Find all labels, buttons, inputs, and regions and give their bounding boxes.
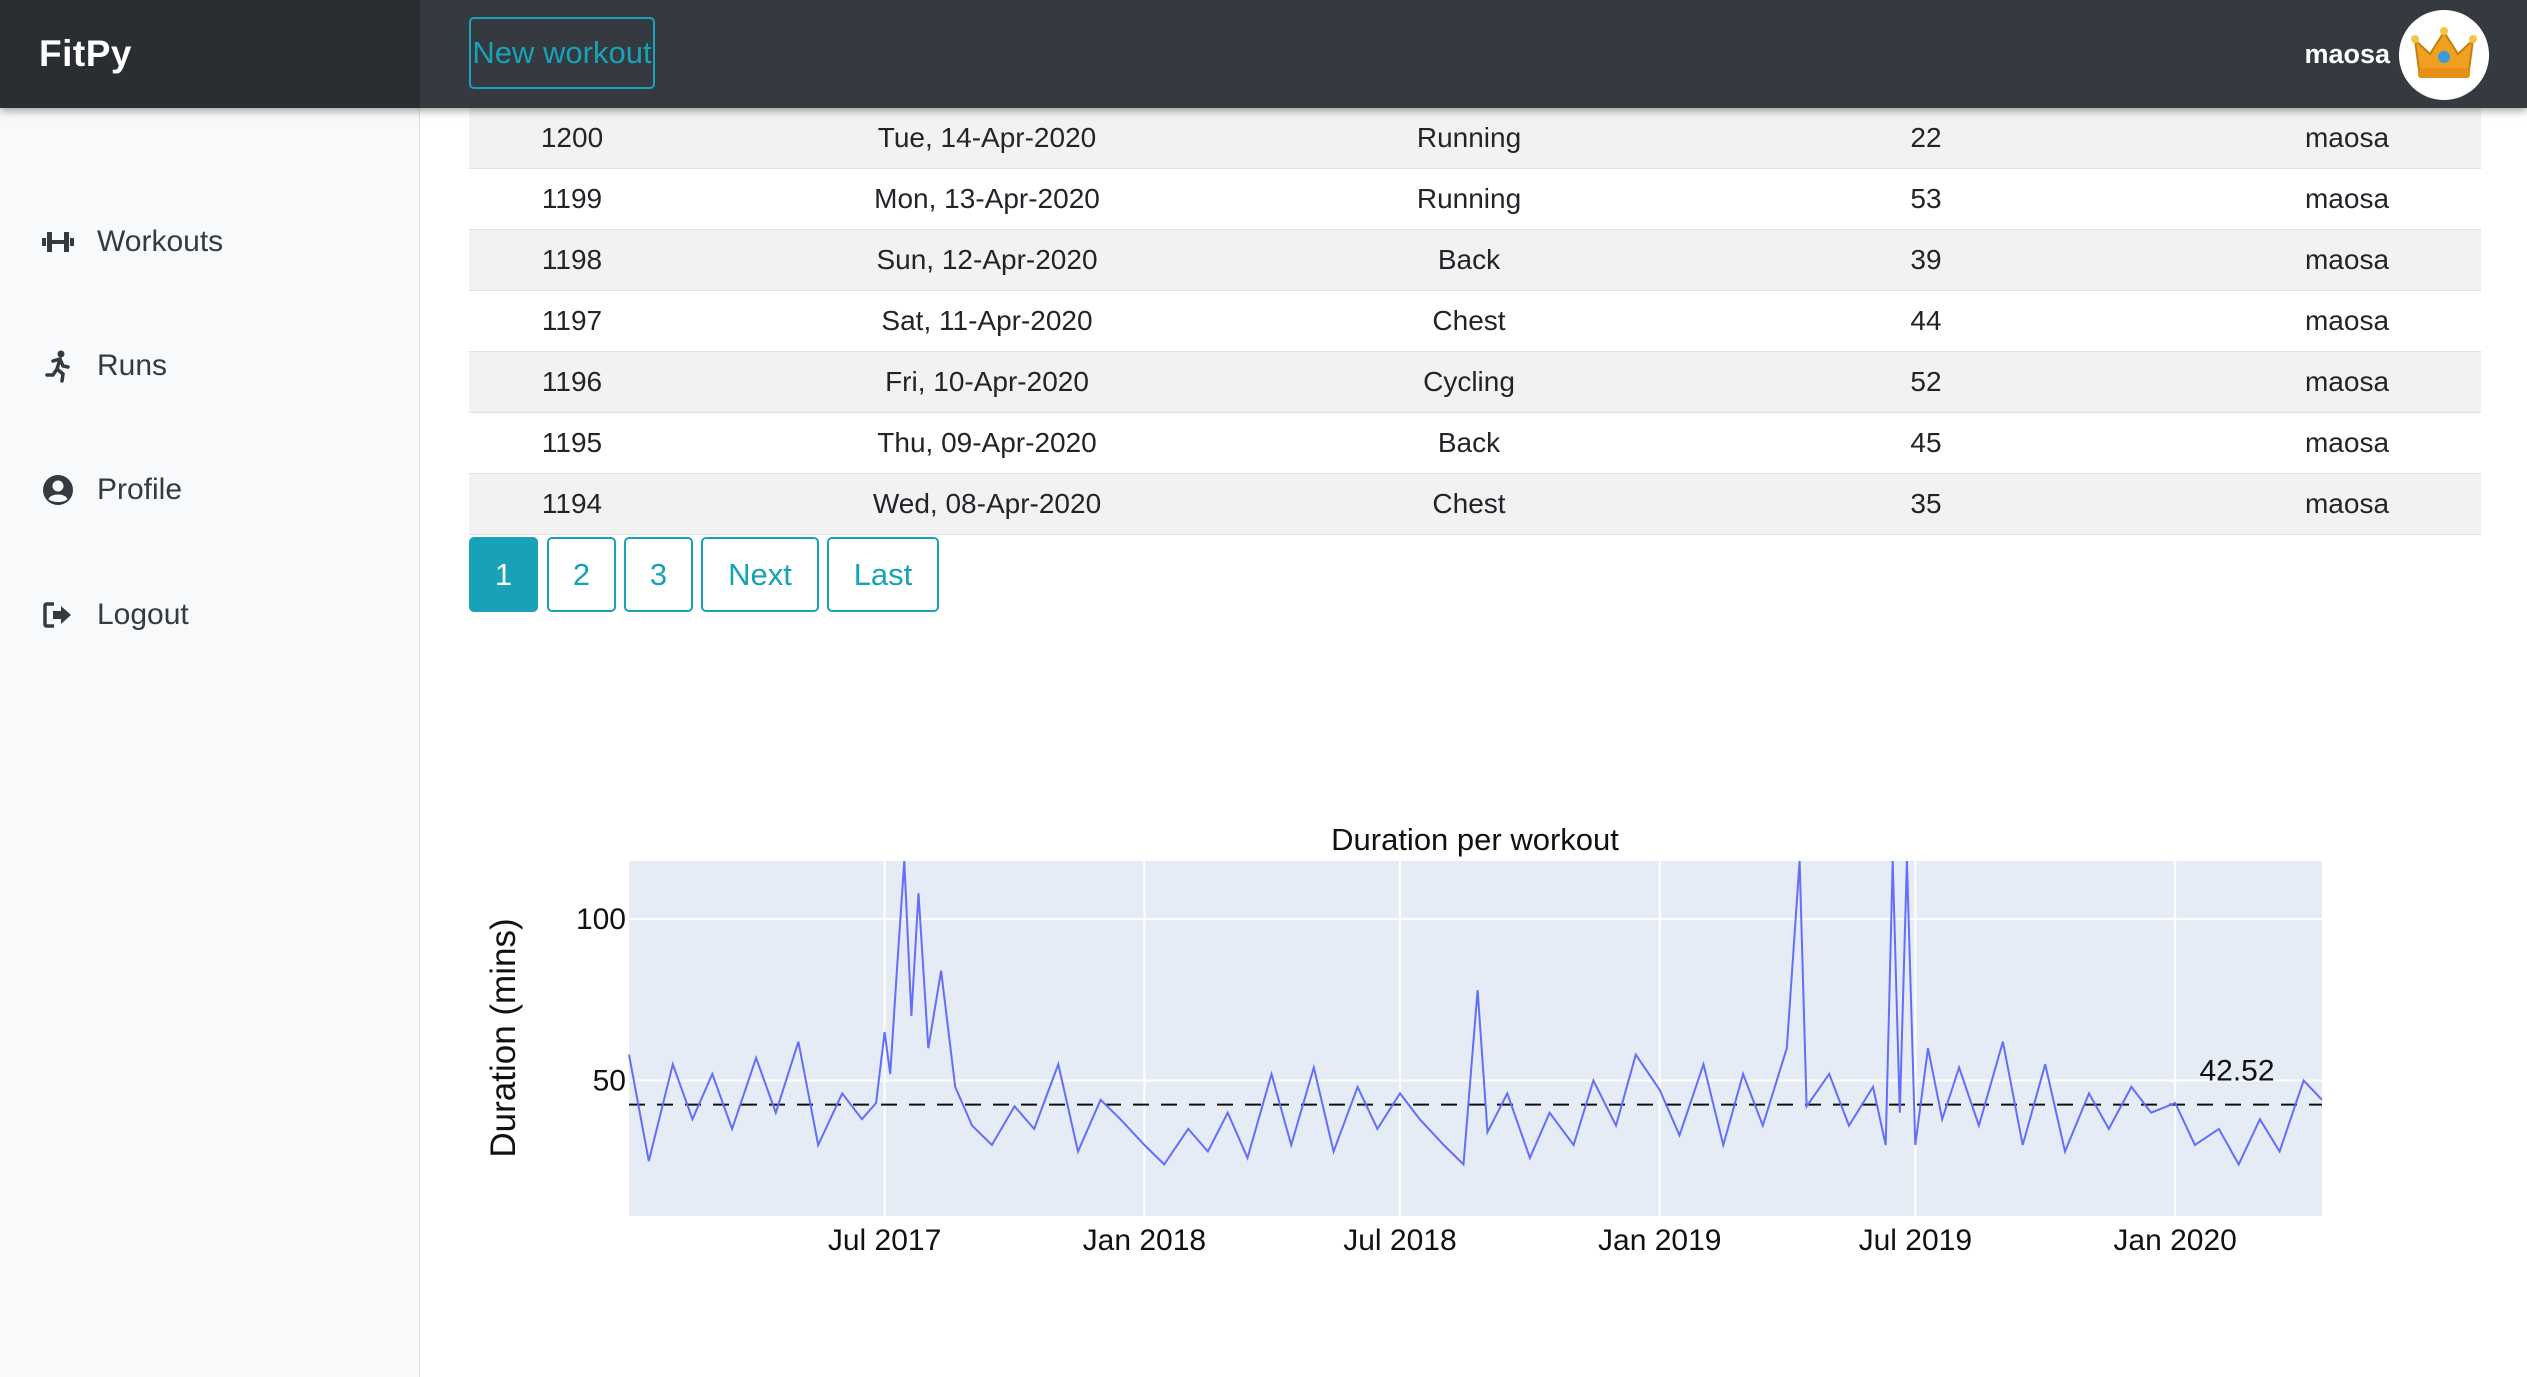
cell-user: maosa	[2304, 305, 2390, 336]
cell-type: Chest	[1432, 305, 1506, 336]
workouts-table: 1200 Tue, 14-Apr-2020 Running 22 maosa 1…	[469, 108, 2481, 535]
duration-chart-svg: Duration per workout 42.52 Jul 2017 Jan 2…	[484, 822, 2323, 1257]
cell-user: maosa	[2304, 122, 2390, 153]
x-tick-label: Jul 2018	[1343, 1224, 1456, 1257]
brand[interactable]: FitPy	[0, 0, 420, 108]
page-1-button[interactable]: 1	[469, 537, 538, 612]
cell-id: 1199	[541, 183, 603, 214]
cell-id: 1197	[541, 305, 603, 336]
cell-user: maosa	[2304, 244, 2390, 275]
table-row[interactable]: 1200 Tue, 14-Apr-2020 Running 22 maosa	[469, 108, 2481, 169]
cell-user: maosa	[2304, 488, 2390, 519]
table-row[interactable]: 1198 Sun, 12-Apr-2020 Back 39 maosa	[469, 230, 2481, 291]
sidebar-item-label: Logout	[97, 598, 189, 631]
x-tick-label: Jan 2020	[2113, 1224, 2236, 1257]
cell-id: 1198	[541, 244, 603, 275]
cell-duration: 44	[1910, 305, 1942, 336]
cell-id: 1196	[541, 366, 603, 397]
table-row[interactable]: 1196 Fri, 10-Apr-2020 Cycling 52 maosa	[469, 352, 2481, 413]
cell-date: Tue, 14-Apr-2020	[877, 122, 1097, 153]
sidebar-item-label: Workouts	[97, 225, 224, 258]
cell-user: maosa	[2304, 427, 2390, 458]
username-label[interactable]: maosa	[2304, 0, 2390, 108]
x-tick-label: Jan 2019	[1598, 1224, 1721, 1257]
y-tick-label: 50	[593, 1064, 626, 1097]
sidebar-item-label: Profile	[97, 473, 183, 506]
x-tick-label: Jul 2017	[828, 1224, 941, 1257]
sidebar-item-profile[interactable]: Profile	[38, 465, 182, 515]
cell-duration: 39	[1910, 244, 1942, 275]
cell-user: maosa	[2304, 366, 2390, 397]
cell-user: maosa	[2304, 183, 2390, 214]
running-icon	[38, 346, 78, 386]
cell-duration: 53	[1910, 183, 1942, 214]
page-2-button[interactable]: 2	[547, 537, 616, 612]
chart-title: Duration per workout	[1331, 822, 1619, 857]
y-axis-title: Duration (mins)	[484, 918, 523, 1157]
sidebar: Workouts Runs Profile Logout	[0, 108, 420, 1377]
last-page-button[interactable]: Last	[827, 537, 939, 612]
y-tick-label: 100	[576, 903, 626, 936]
sidebar-item-runs[interactable]: Runs	[38, 341, 167, 391]
cell-date: Fri, 10-Apr-2020	[885, 366, 1089, 397]
cell-id: 1194	[541, 488, 603, 519]
x-tick-label: Jul 2019	[1859, 1224, 1972, 1257]
cell-type: Running	[1416, 122, 1522, 153]
dumbbell-icon	[38, 222, 78, 262]
cell-type: Cycling	[1423, 366, 1515, 397]
cell-type: Running	[1416, 183, 1522, 214]
cell-type: Chest	[1432, 488, 1506, 519]
user-circle-icon	[38, 470, 78, 510]
sign-out-icon	[38, 595, 78, 635]
new-workout-button[interactable]: New workout	[469, 17, 655, 89]
table-row[interactable]: 1195 Thu, 09-Apr-2020 Back 45 maosa	[469, 413, 2481, 474]
sidebar-item-workouts[interactable]: Workouts	[38, 217, 223, 267]
crown-avatar-icon[interactable]	[2399, 10, 2489, 100]
sidebar-item-logout[interactable]: Logout	[38, 590, 189, 640]
table-row[interactable]: 1194 Wed, 08-Apr-2020 Chest 35 maosa	[469, 474, 2481, 535]
cell-date: Thu, 09-Apr-2020	[877, 427, 1097, 458]
duration-chart: Duration per workout 42.52 Jul 2017 Jan 2…	[469, 800, 2369, 1280]
brand-label[interactable]: FitPy	[39, 33, 132, 75]
cell-date: Wed, 08-Apr-2020	[872, 488, 1102, 519]
cell-date: Mon, 13-Apr-2020	[874, 183, 1100, 214]
cell-type: Back	[1437, 244, 1501, 275]
cell-date: Sun, 12-Apr-2020	[876, 244, 1098, 275]
sidebar-item-label: Runs	[97, 349, 168, 382]
cell-duration: 22	[1910, 122, 1942, 153]
cell-id: 1195	[541, 427, 603, 458]
cell-duration: 52	[1910, 366, 1942, 397]
mean-label: 42.52	[2199, 1055, 2274, 1088]
table-row[interactable]: 1197 Sat, 11-Apr-2020 Chest 44 maosa	[469, 291, 2481, 352]
x-tick-label: Jan 2018	[1083, 1224, 1206, 1257]
table-row[interactable]: 1199 Mon, 13-Apr-2020 Running 53 maosa	[469, 169, 2481, 230]
cell-id: 1200	[540, 122, 604, 153]
cell-duration: 35	[1910, 488, 1942, 519]
cell-duration: 45	[1910, 427, 1942, 458]
cell-date: Sat, 11-Apr-2020	[881, 305, 1093, 336]
cell-type: Back	[1437, 427, 1501, 458]
top-navbar: FitPy New workout maosa	[0, 0, 2527, 108]
page-3-button[interactable]: 3	[624, 537, 693, 612]
next-page-button[interactable]: Next	[701, 537, 819, 612]
